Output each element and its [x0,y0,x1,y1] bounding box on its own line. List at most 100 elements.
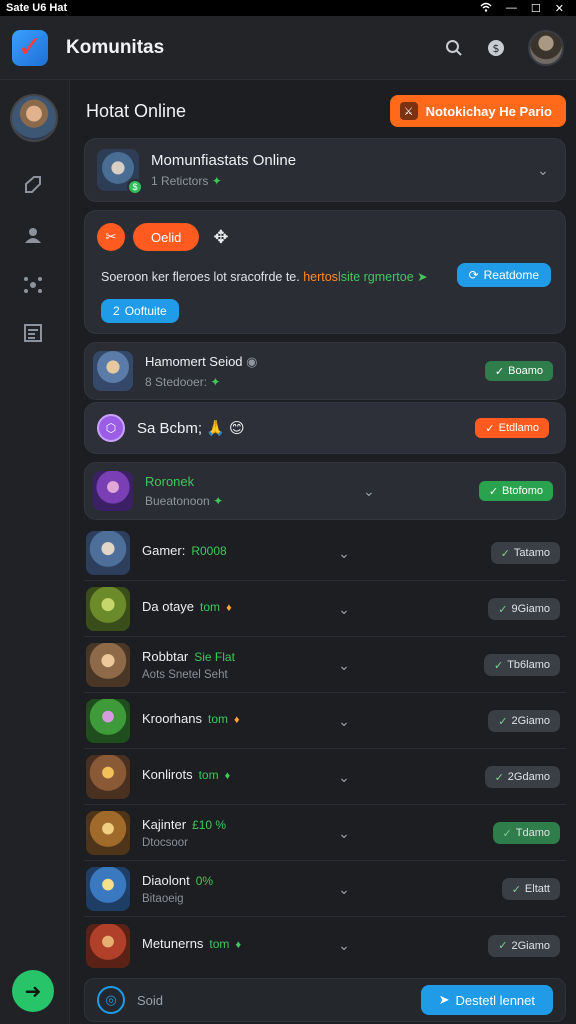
row-name: Metunerns [142,935,204,951]
rocket-icon[interactable] [20,172,46,198]
move-icon[interactable]: ✥ [213,227,228,248]
bottom-action-label: Destetl lennet [455,992,536,1008]
section-action-button[interactable]: ⚔ Notokichay He Pario [389,95,566,127]
row-tag: tom [209,936,230,951]
profile-icon[interactable] [20,222,46,248]
close-icon[interactable]: ✕ [555,2,564,15]
game-thumbnail [86,531,130,575]
status-badge[interactable]: ✓ Tatamo [490,542,560,564]
bottom-action-button[interactable]: ➤ Destetl lennet [420,985,553,1015]
row-tag: 0% [195,874,214,888]
status-badge[interactable]: ✓ Etdlamo [475,418,549,438]
status-badge[interactable]: ✓ Eltatt [501,878,560,900]
app-logo-icon: ✓ [12,29,48,66]
globe-icon[interactable]: ◎ [97,986,125,1014]
window-title: Sate U6 Hat [6,2,68,14]
bottom-label: Soid [137,992,164,1008]
chevron-down-icon[interactable]: ⌄ [334,825,354,842]
search-icon[interactable] [440,34,468,62]
row-name: Da otaye [142,599,195,614]
game-subtitle: 8 Stedooer: [145,374,208,389]
diamond-icon: ♦ [224,770,231,782]
featured-title: Momunfiastats Online [151,152,297,169]
promo-chip[interactable]: Oelid [133,223,200,251]
chevron-down-icon[interactable]: ⌄ [334,601,354,618]
social-card[interactable]: ⬡ Sa Bcbm; 🙏 😊 ✓ Etdlamo [84,402,566,454]
list-icon[interactable] [20,320,46,346]
notifications-icon[interactable]: $ [482,34,510,62]
svg-text:$: $ [493,42,500,55]
row-tag: Sie Flat [194,650,235,664]
row-tag: tom [200,600,221,614]
profile-avatar[interactable] [10,94,58,142]
status-label: Tatamo [513,547,550,559]
diamond-icon: ♦ [234,714,240,726]
minimize-icon[interactable]: — [506,2,517,14]
window-titlebar: Sate U6 Hat — ☐ ✕ [0,0,576,16]
chevron-down-icon[interactable]: ⌄ [334,937,354,954]
status-badge[interactable]: ✓ 2Giamo [488,934,560,957]
leaf-icon: ✦ [213,494,224,508]
info-icon: ◉ [246,353,258,369]
promo-cta-button[interactable]: ⟳ Reatdome [456,263,551,287]
featured-subtitle: 1 Retictors [151,174,209,188]
status-badge[interactable]: ✓ Tb6lamo [483,654,560,676]
compose-icon: ➜ [24,980,42,1003]
list-item[interactable]: Gamer: R0008 ⌄ ✓ Tatamo [84,526,566,581]
chevron-down-icon[interactable]: ⌄ [359,483,379,500]
check-icon: ✓ [500,547,510,560]
promo-text-highlight: hertos [303,270,338,284]
status-badge[interactable]: ✓ 2Gdamo [484,766,560,788]
status-badge[interactable]: ✓ Tdamo [492,822,560,844]
status-badge[interactable]: ✓ 9Giamo [488,598,560,620]
maximize-icon[interactable]: ☐ [531,2,541,15]
bottom-bar: ◎ Soid ➤ Destetl lennet [84,978,566,1022]
chevron-down-icon[interactable]: ⌄ [334,713,354,730]
row-subtitle: Aots Snetel Seht [142,669,228,681]
status-label: Tdamo [515,827,550,839]
game-thumbnail [86,867,130,911]
game-card[interactable]: Hamomert Seiod ◉ 8 Stedooer: ✦ ✓ Boamo [84,342,566,400]
game-thumbnail [86,643,130,687]
app-title: Komunitas [66,36,165,58]
chevron-down-icon[interactable]: ⌄ [533,162,553,179]
row-tag: tom [198,768,219,782]
chevron-down-icon[interactable]: ⌄ [334,545,354,562]
leaf-icon: ✦ [210,374,221,389]
list-item[interactable]: Konlirots tom ♦ ⌄ ✓ 2Gdamo [84,750,566,805]
status-label: Eltatt [524,883,550,895]
game-card-highlight[interactable]: Roronek Bueatonoon ✦ ⌄ ✓ Btofomo [84,462,566,520]
status-label: Btofomo [502,485,543,497]
row-name: Kroorhans [142,711,202,726]
section-header: Hotat Online ⚔ Notokichay He Pario [84,94,566,128]
promo-text: Soeroon ker fleroes lot sracofrde te. he… [101,269,428,284]
check-icon: ✓ [498,603,508,616]
chevron-down-icon[interactable]: ⌄ [334,769,354,786]
chevron-down-icon[interactable]: ⌄ [334,881,354,898]
featured-card[interactable]: $ Momunfiastats Online 1 Retictors ✦ ⌄ [84,138,566,202]
game-subtitle: Bueatonoon [145,494,210,508]
list-item[interactable]: Robbtar Sie Flat Aots Snetel Seht ⌄ ✓ Tb6la… [84,638,566,693]
list-item[interactable]: Metunerns tom ♦ ⌄ ✓ 2Giamo [84,918,566,973]
chevron-down-icon[interactable]: ⌄ [334,657,354,674]
row-name: Konlirots [142,767,193,782]
list-item[interactable]: Da otaye tom ♦ ⌄ ✓ 9Giamo [84,582,566,637]
list-item[interactable]: Diaolont 0% Bitaoeig ⌄ ✓ Eltatt [84,862,566,917]
wifi-icon [480,2,492,15]
network-icon[interactable] [20,272,46,298]
check-icon: ✓ [511,883,521,896]
compose-button[interactable]: ➜ [12,970,54,1012]
game-thumbnail [93,351,133,391]
status-badge[interactable]: ✓ 2Giamo [488,710,560,732]
promo-cta-label: Reatdome [483,268,539,282]
promo-secondary-button[interactable]: 2 Ooftuite [101,299,179,323]
status-badge[interactable]: ✓ Boamo [484,361,553,381]
row-subtitle: Bitaoeig [142,893,184,905]
user-avatar[interactable] [528,29,564,66]
status-label: Etdlamo [498,422,539,434]
status-badge[interactable]: ✓ Btofomo [478,481,553,501]
list-item[interactable]: Kajinter £10 % Dtocsoor ⌄ ✓ Tdamo [84,806,566,861]
online-indicator-icon: $ [127,179,143,195]
list-item[interactable]: Kroorhans tom ♦ ⌄ ✓ 2Giamo [84,694,566,749]
row-tag: tom [207,712,228,726]
